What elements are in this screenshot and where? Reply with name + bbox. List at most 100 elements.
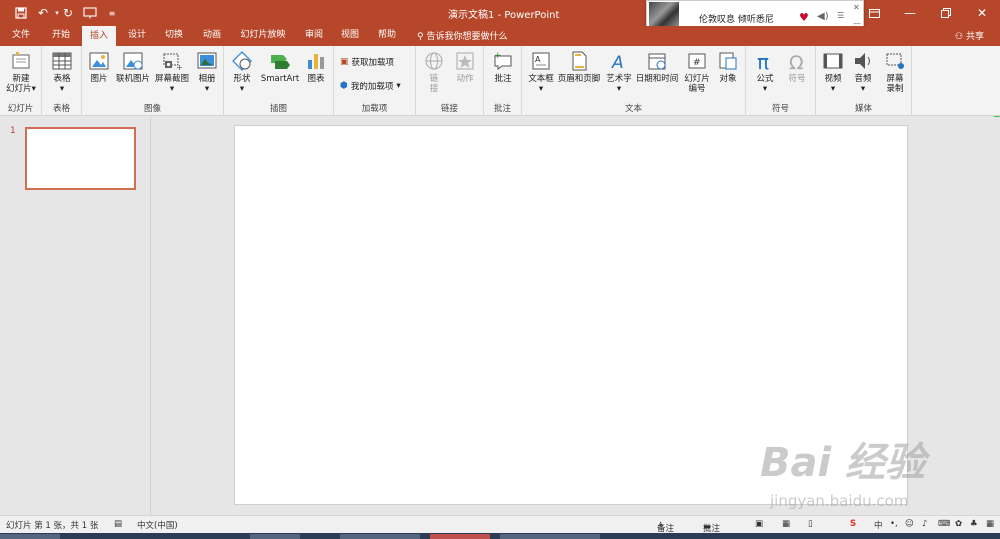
- tab-transitions[interactable]: 切换: [157, 26, 191, 46]
- tab-slideshow[interactable]: 幻灯片放映: [233, 26, 293, 46]
- chart-icon: [308, 54, 324, 69]
- tshirt-icon[interactable]: ♣: [970, 519, 978, 529]
- wordart-button[interactable]: A 艺术字 ▾: [604, 50, 634, 94]
- taskbar-item[interactable]: [0, 534, 60, 539]
- video-icon: [823, 53, 843, 69]
- video-button[interactable]: 视频 ▾: [820, 50, 846, 94]
- reading-view-icon[interactable]: ▯: [808, 519, 813, 529]
- volume-icon[interactable]: ◀): [817, 11, 829, 22]
- microphone-icon[interactable]: ♪: [922, 519, 927, 529]
- tell-me-search[interactable]: ⚲ 告诉我你想要做什么: [417, 29, 507, 42]
- link-label-1: 链: [429, 74, 439, 84]
- save-icon[interactable]: [12, 4, 30, 22]
- close-icon[interactable]: ✕: [964, 0, 1000, 26]
- link-button[interactable]: 链 接: [422, 50, 446, 94]
- online-picture-label: 联机图片: [115, 74, 150, 84]
- audio-button[interactable]: 音频 ▾: [850, 50, 876, 94]
- symbol-button[interactable]: Ω 符号: [784, 50, 810, 84]
- comment-button[interactable]: + 批注: [490, 50, 516, 84]
- tab-design[interactable]: 设计: [120, 26, 154, 46]
- slide-thumbnail[interactable]: [25, 127, 136, 190]
- new-slide-label-1: 新建: [12, 74, 30, 84]
- list-icon[interactable]: ☰: [837, 11, 844, 20]
- screen-record-label-2: 录制: [886, 84, 904, 94]
- shapes-icon: [232, 51, 252, 71]
- punctuation-icon[interactable]: •,: [890, 519, 898, 529]
- svg-text:+: +: [176, 63, 183, 72]
- taskbar-item[interactable]: [340, 534, 420, 539]
- screenshot-button[interactable]: + 屏幕截图 ▾: [153, 50, 191, 94]
- action-button[interactable]: 动作: [452, 50, 478, 84]
- dropdown-icon: ▾: [204, 84, 210, 94]
- omega-icon: Ω: [789, 52, 804, 72]
- table-button[interactable]: 表格 ▾: [48, 50, 76, 94]
- sogou-ime-icon[interactable]: S: [850, 519, 856, 529]
- svg-text:A: A: [535, 55, 541, 64]
- equation-label: 公式: [756, 74, 774, 84]
- dropdown-icon: ▾: [169, 84, 175, 94]
- tab-file[interactable]: 文件: [4, 26, 38, 46]
- group-comments: + 批注 批注: [484, 46, 522, 116]
- group-label-illustrations: 插图: [269, 104, 287, 114]
- group-addins: ▣ 获取加载项 ⬢ 我的加载项 ▾ 加载项: [334, 46, 416, 116]
- shapes-button[interactable]: 形状 ▾: [230, 50, 254, 94]
- ime-chinese-icon[interactable]: 中: [874, 519, 883, 531]
- store-icon: ▣: [340, 57, 349, 67]
- tab-view[interactable]: 视图: [333, 26, 367, 46]
- new-slide-icon: [12, 52, 30, 69]
- spellcheck-icon[interactable]: ▤: [114, 519, 122, 529]
- speaker-icon: [855, 53, 870, 69]
- tab-animations[interactable]: 动画: [195, 26, 229, 46]
- get-addins-button[interactable]: ▣ 获取加载项: [340, 56, 394, 68]
- album-button[interactable]: 相册 ▾: [194, 50, 220, 94]
- new-slide-button[interactable]: 新建 幻灯片▾: [4, 50, 38, 94]
- object-button[interactable]: 对象: [715, 50, 741, 84]
- group-media: 视频 ▾ 音频 ▾ 屏幕 录制 媒体: [816, 46, 912, 116]
- person-icon: ⚇: [955, 32, 964, 42]
- language-text[interactable]: 中文(中国): [137, 519, 178, 531]
- tab-home[interactable]: 开始: [44, 26, 78, 46]
- equation-button[interactable]: π 公式 ▾: [752, 50, 778, 94]
- normal-view-icon[interactable]: ▣: [755, 519, 763, 529]
- dropdown-icon: ▾: [762, 84, 768, 94]
- heart-icon[interactable]: ♥: [799, 11, 809, 24]
- tab-insert[interactable]: 插入: [82, 26, 116, 46]
- my-addins-button[interactable]: ⬢ 我的加载项 ▾: [340, 80, 401, 92]
- picture-button[interactable]: 图片: [86, 50, 112, 84]
- svg-text:+: +: [494, 51, 502, 61]
- tab-help[interactable]: 帮助: [370, 26, 404, 46]
- online-picture-button[interactable]: 联机图片: [114, 50, 152, 84]
- restore-icon[interactable]: [928, 0, 964, 26]
- header-footer-button[interactable]: 页眉和页脚: [557, 50, 601, 84]
- textbox-button[interactable]: A 文本框 ▾: [526, 50, 556, 94]
- from-beginning-icon[interactable]: [81, 4, 99, 22]
- popup-close-icon[interactable]: ✕: [853, 3, 860, 12]
- dropdown-icon: ▾: [239, 84, 245, 94]
- taskbar-item[interactable]: [430, 534, 490, 539]
- skin-icon[interactable]: ✿: [955, 519, 962, 529]
- taskbar-item[interactable]: [500, 534, 600, 539]
- video-label: 视频: [824, 74, 842, 84]
- group-label-tables: 表格: [52, 104, 70, 114]
- customize-qat-icon[interactable]: ≡: [103, 4, 121, 22]
- tab-review[interactable]: 审阅: [297, 26, 331, 46]
- emoji-icon[interactable]: ☺: [905, 519, 914, 529]
- screen-recording-button[interactable]: 屏幕 录制: [882, 50, 908, 94]
- chart-button[interactable]: 图表: [304, 50, 328, 84]
- os-taskbar: [0, 533, 1000, 539]
- share-button[interactable]: ⚇ 共享: [955, 29, 984, 42]
- keyboard-icon[interactable]: ⌨: [938, 519, 950, 529]
- slide-number-button[interactable]: # 幻灯片 编号: [681, 50, 713, 94]
- toolbox-icon[interactable]: ▦: [986, 519, 994, 529]
- minimize-icon[interactable]: —: [892, 0, 928, 26]
- table-icon: [52, 52, 72, 70]
- picture-label: 图片: [90, 74, 108, 84]
- datetime-button[interactable]: 日期和时间: [635, 50, 679, 84]
- slide-sorter-icon[interactable]: ▦: [782, 519, 790, 529]
- tell-me-label: 告诉我你想要做什么: [426, 32, 508, 42]
- album-label: 相册: [198, 74, 216, 84]
- taskbar-item[interactable]: [250, 534, 300, 539]
- redo-icon[interactable]: ↻: [59, 4, 77, 22]
- pi-icon: π: [757, 50, 769, 72]
- smartart-button[interactable]: SmartArt: [259, 50, 301, 84]
